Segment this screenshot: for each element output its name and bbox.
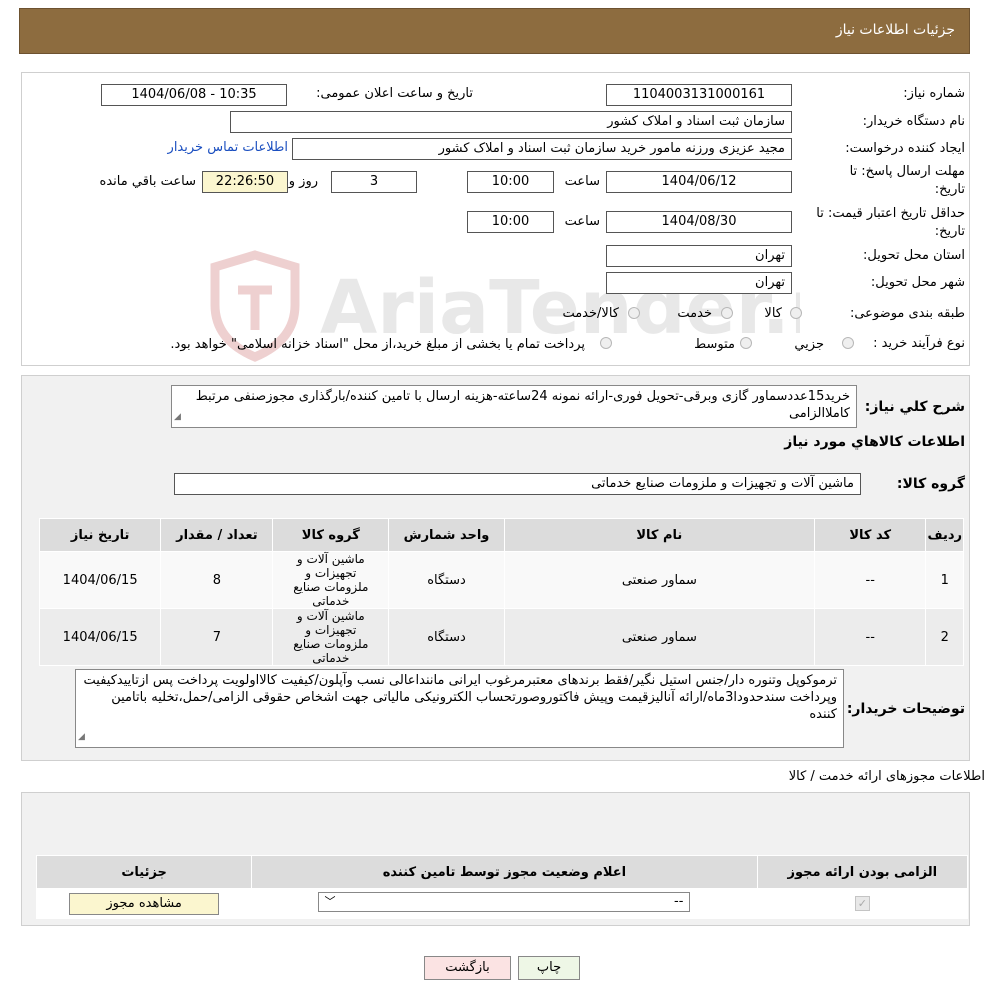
resize-grip-icon[interactable]: ◢ — [78, 729, 85, 746]
validity-time-field: 10:00 — [467, 211, 554, 233]
print-button[interactable]: چاپ — [518, 956, 580, 980]
process-option-minor: جزيي — [794, 337, 824, 352]
row-group: ماشین آلات و تجهیزات و ملزومات صنایع خدم… — [272, 551, 390, 609]
permit-required-cell: ✓ — [756, 888, 969, 919]
deadline-label: مهلت ارسال پاسخ: تا — [849, 164, 965, 179]
province-field: تهران — [606, 245, 792, 267]
validity-label: حداقل تاریخ اعتبار قیمت: تا — [816, 206, 965, 221]
back-button[interactable]: بازگشت — [424, 956, 511, 980]
description-label: شرح کلي نياز: — [864, 399, 965, 415]
col-qty: تعداد / مقدار — [160, 518, 274, 552]
col-name: نام کالا — [503, 518, 815, 552]
col-index: رديف — [925, 518, 964, 552]
need-number-field: 1104003131000161 — [606, 84, 792, 106]
row-unit: دستگاه — [388, 608, 505, 666]
table-row: 1 -- سماور صنعتی دستگاه ماشین آلات و تجه… — [38, 551, 964, 609]
row-date: 1404/06/15 — [38, 608, 162, 666]
goods-table: رديف کد کالا نام کالا واحد شمارش گروه کا… — [38, 518, 964, 666]
buyer-org-field: سازمان ثبت اسناد و املاک کشور — [230, 111, 792, 133]
category-radio-goods-service[interactable] — [628, 307, 640, 319]
deadline-time-field: 10:00 — [467, 171, 554, 193]
col-group: گروه کالا — [272, 518, 390, 552]
need-number-label: شماره نیاز: — [903, 86, 965, 101]
process-radio-minor[interactable] — [842, 337, 854, 349]
permits-table-header: الزامی بودن ارائه مجوز اعلام وضعیت مجوز … — [35, 855, 969, 889]
row-qty: 8 — [160, 551, 274, 609]
city-label: شهر محل تحویل: — [870, 275, 965, 290]
page-header: جزئیات اطلاعات نیاز — [19, 8, 970, 54]
row-date: 1404/06/15 — [38, 551, 162, 609]
view-permit-button[interactable]: مشاهده مجوز — [69, 892, 220, 915]
row-unit: دستگاه — [388, 551, 505, 609]
row-index: 2 — [925, 608, 964, 666]
category-radio-goods[interactable] — [790, 307, 802, 319]
permit-details-cell: مشاهده مجوز — [35, 888, 253, 919]
table-row: 2 -- سماور صنعتی دستگاه ماشین آلات و تجه… — [38, 608, 964, 666]
validity-label-2: تاریخ: — [934, 224, 965, 239]
goods-group-field: ماشین آلات و تجهیزات و ملزومات صنایع خدم… — [174, 473, 861, 495]
city-field: تهران — [606, 272, 792, 294]
process-option-medium: متوسط — [694, 337, 735, 352]
col-code: کد کالا — [813, 518, 927, 552]
row-group: ماشین آلات و تجهیزات و ملزومات صنایع خدم… — [272, 608, 390, 666]
permit-status-cell: ﹀ -- — [251, 888, 758, 919]
days-label: روز و — [288, 174, 318, 189]
col-permit-details: جزئیات — [35, 855, 253, 889]
resize-grip-icon[interactable]: ◢ — [174, 409, 181, 426]
permit-status-value: -- — [674, 893, 684, 909]
process-note: پرداخت تمام یا بخشی از مبلغ خرید،از محل … — [170, 337, 585, 352]
row-name: سماور صنعتی — [503, 608, 815, 666]
category-label: طبقه بندی موضوعی: — [849, 306, 965, 321]
description-textarea: خرید15عددسماور گازی وبرقی-تحویل فوری-ارا… — [171, 385, 857, 428]
buyer-org-label: نام دستگاه خریدار: — [862, 114, 965, 129]
process-radio-medium[interactable] — [740, 337, 752, 349]
chevron-down-icon: ﹀ — [324, 894, 336, 908]
category-option-service: خدمت — [677, 306, 712, 321]
deadline-date-field: 1404/06/12 — [606, 171, 792, 193]
col-date: تاریخ نیاز — [38, 518, 162, 552]
deadline-time-label: ساعت — [564, 174, 600, 189]
buyer-notes-label: توضیحات خریدار: — [846, 701, 965, 717]
announce-field: 1404/06/08 - 10:35 — [101, 84, 287, 106]
col-unit: واحد شمارش — [388, 518, 505, 552]
days-field: 3 — [331, 171, 417, 193]
page-title: جزئیات اطلاعات نیاز — [835, 22, 955, 38]
buyer-notes-textarea: ترموکوپل وتنوره دار/جنس استیل نگیر/فقط ب… — [75, 669, 844, 748]
permit-status-select[interactable]: ﹀ -- — [318, 891, 691, 912]
row-qty: 7 — [160, 608, 274, 666]
validity-time-label: ساعت — [564, 214, 600, 229]
row-index: 1 — [925, 551, 964, 609]
description-text: خرید15عددسماور گازی وبرقی-تحویل فوری-ارا… — [195, 389, 850, 421]
process-checkbox-treasury[interactable] — [600, 337, 612, 349]
permits-section-title: اطلاعات مجوزهای ارائه خدمت / کالا — [788, 769, 985, 784]
creator-field: مجید عزیزی ورزنه مامور خرید سازمان ثبت ا… — [292, 138, 792, 160]
goods-section-title: اطلاعات کالاهاي مورد نياز — [784, 434, 965, 450]
province-label: استان محل تحویل: — [863, 248, 965, 263]
validity-date-field: 1404/08/30 — [606, 211, 792, 233]
remaining-label: ساعت باقي مانده — [99, 174, 196, 189]
col-permit-status: اعلام وضعیت مجوز توسط تامین کننده — [251, 855, 758, 889]
creator-label: ایجاد کننده درخواست: — [845, 141, 965, 156]
col-permit-required: الزامی بودن ارائه مجوز — [756, 855, 969, 889]
category-radio-service[interactable] — [721, 307, 733, 319]
process-label: نوع فرآیند خرید : — [873, 336, 965, 351]
row-code: -- — [813, 551, 927, 609]
buyer-contact-link[interactable]: اطلاعات تماس خریدار — [168, 140, 288, 155]
remaining-time-field: 22:26:50 — [202, 171, 288, 193]
permits-table: الزامی بودن ارائه مجوز اعلام وضعیت مجوز … — [35, 855, 969, 919]
goods-table-header: رديف کد کالا نام کالا واحد شمارش گروه کا… — [38, 518, 964, 552]
announce-label: تاریخ و ساعت اعلان عمومی: — [316, 86, 473, 101]
permit-required-checkbox: ✓ — [854, 896, 870, 911]
category-option-goods-service: کالا/خدمت — [562, 306, 619, 321]
row-code: -- — [813, 608, 927, 666]
table-row: ✓ ﹀ -- مشاهده مجوز — [35, 888, 969, 919]
deadline-label-2: تاریخ: — [934, 182, 965, 197]
category-option-goods: کالا — [764, 306, 782, 321]
goods-group-label: گروه کالا: — [896, 476, 965, 492]
row-name: سماور صنعتی — [503, 551, 815, 609]
buyer-notes-text: ترموکوپل وتنوره دار/جنس استیل نگیر/فقط ب… — [83, 673, 837, 722]
